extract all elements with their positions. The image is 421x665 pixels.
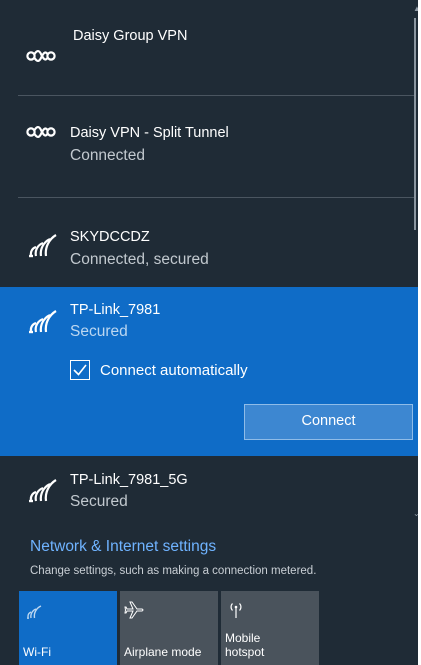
list-item-vpn-split-tunnel[interactable]: Daisy VPN - Split Tunnel Connected — [0, 96, 410, 196]
wifi-toggle-tile[interactable]: Wi-Fi — [19, 591, 117, 665]
wifi-icon — [29, 310, 57, 334]
checkmark-icon — [73, 364, 87, 376]
network-name: Daisy VPN - Split Tunnel — [70, 125, 229, 141]
scroll-up-arrow-icon[interactable]: ▲ — [413, 4, 418, 13]
wifi-icon — [29, 479, 57, 503]
airplane-mode-tile[interactable]: Airplane mode — [120, 591, 218, 665]
network-header[interactable]: TP-Link_7981 Secured — [0, 287, 410, 347]
settings-description: Change settings, such as making a connec… — [30, 565, 317, 577]
scroll-down-arrow-icon[interactable]: ⌄ — [413, 509, 418, 518]
network-name: TP-Link_7981_5G — [70, 472, 188, 488]
vpn-icon — [26, 49, 56, 63]
list-item-vpn-daisy-group[interactable]: Daisy Group VPN — [0, 0, 410, 95]
connect-automatically-checkbox[interactable] — [70, 360, 90, 380]
network-status: Connected — [70, 147, 145, 164]
vpn-icon — [26, 125, 56, 139]
network-status: Connected, secured — [70, 251, 209, 268]
connect-button[interactable]: Connect — [244, 404, 413, 440]
wifi-icon — [29, 234, 57, 258]
list-item-wifi-tp-link-7981-5g[interactable]: TP-Link_7981_5G Secured — [0, 457, 410, 527]
airplane-icon — [124, 601, 144, 619]
scrollbar-thumb[interactable] — [414, 18, 416, 230]
wifi-icon — [27, 605, 42, 619]
tile-label: Airplane mode — [124, 645, 202, 659]
network-name: TP-Link_7981 — [70, 302, 161, 318]
tile-label: Mobile hotspot — [225, 631, 265, 659]
network-status: Secured — [70, 493, 128, 510]
network-internet-settings-link[interactable]: Network & Internet settings — [30, 538, 216, 556]
network-name: Daisy Group VPN — [73, 28, 188, 44]
list-item-wifi-skydccdz[interactable]: SKYDCCDZ Connected, secured — [0, 198, 410, 287]
network-name: SKYDCCDZ — [70, 229, 150, 245]
mobile-hotspot-tile[interactable]: Mobile hotspot — [221, 591, 319, 665]
network-list: Daisy Group VPN Daisy VPN - Split Tunnel… — [0, 0, 418, 527]
hotspot-icon — [230, 603, 242, 618]
network-status: Secured — [70, 323, 128, 340]
connect-automatically-label: Connect automatically — [100, 362, 248, 379]
network-flyout: Daisy Group VPN Daisy VPN - Split Tunnel… — [0, 0, 418, 665]
tile-label: Wi-Fi — [23, 645, 51, 659]
